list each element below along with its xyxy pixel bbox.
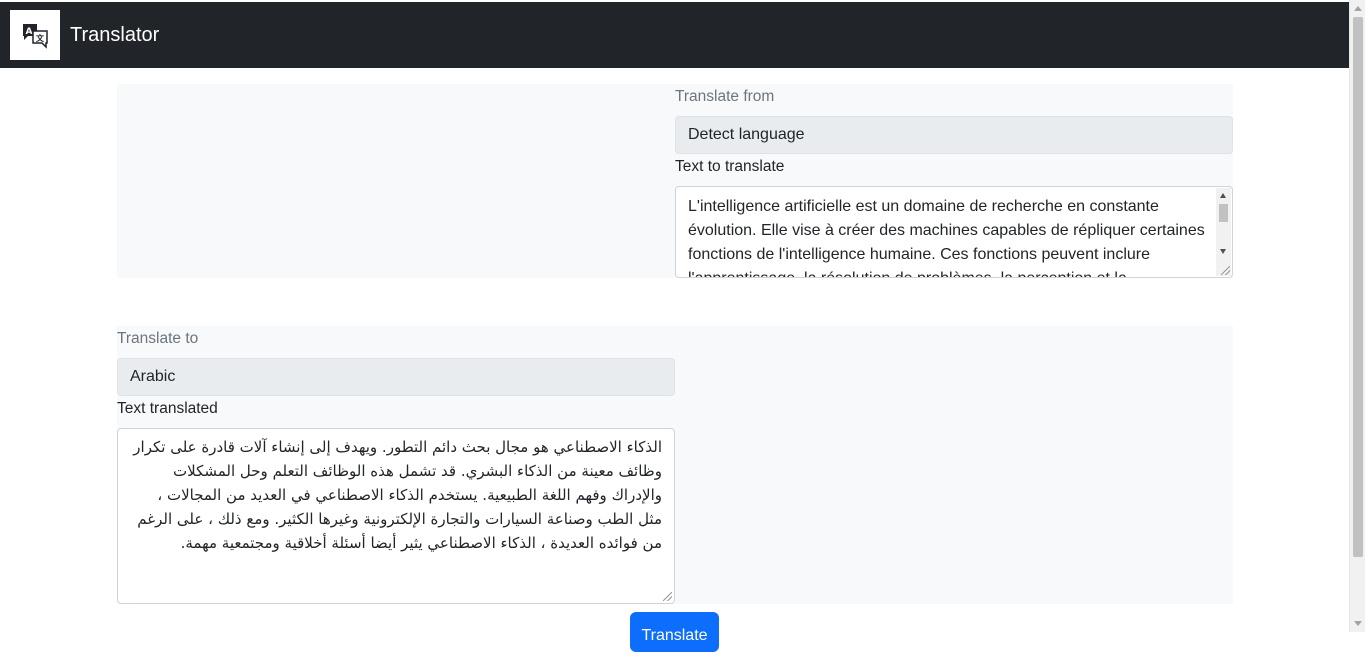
source-text-value: L'intelligence artificielle est un domai…	[688, 198, 1205, 277]
navbar-brand[interactable]: Translator	[70, 24, 159, 47]
translated-text-output[interactable]: الذكاء الاصطناعي هو مجال بحث دائم التطور…	[117, 428, 675, 604]
resize-handle-icon[interactable]	[663, 592, 672, 601]
translate-to-label: Translate to	[117, 330, 199, 347]
scroll-down-arrow-icon[interactable]	[1220, 249, 1226, 254]
source-language-select[interactable]: Detect language	[675, 116, 1233, 154]
translate-from-label: Translate from	[675, 88, 775, 105]
page-scrollbar[interactable]	[1349, 0, 1365, 632]
text-translated-label: Text translated	[117, 400, 218, 417]
scroll-up-arrow-icon[interactable]	[1220, 193, 1226, 198]
svg-text:文: 文	[36, 33, 45, 43]
page-scroll-up-icon[interactable]	[1354, 6, 1362, 11]
source-text-scrollbar[interactable]	[1216, 188, 1231, 276]
resize-handle-icon[interactable]	[1221, 266, 1230, 275]
source-text-input[interactable]: L'intelligence artificielle est un domai…	[675, 186, 1233, 278]
translated-text-value: الذكاء الاصطناعي هو مجال بحث دائم التطور…	[133, 438, 662, 552]
page-scroll-down-icon[interactable]	[1354, 621, 1362, 626]
translate-button[interactable]: Translate	[630, 612, 719, 652]
svg-text:A: A	[26, 27, 33, 37]
text-to-translate-label: Text to translate	[675, 158, 785, 175]
source-language-value: Detect language	[688, 126, 805, 143]
navbar: A 文 Translator	[0, 2, 1349, 68]
target-language-value: Arabic	[130, 368, 176, 385]
page-scroll-thumb[interactable]	[1353, 17, 1363, 557]
translate-icon[interactable]: A 文	[10, 10, 60, 60]
scroll-thumb[interactable]	[1219, 204, 1228, 222]
target-language-select[interactable]: Arabic	[117, 358, 675, 396]
